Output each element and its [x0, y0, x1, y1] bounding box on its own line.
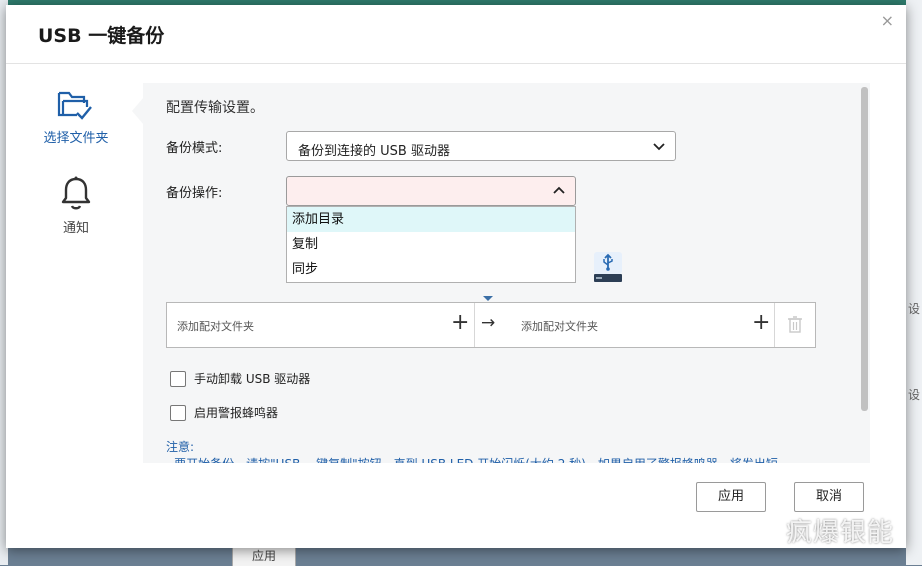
backup-operation-dropdown: 添加目录 复制 同步 [286, 206, 576, 283]
chevron-down-icon [653, 143, 665, 151]
unmount-usb-checkbox[interactable] [170, 370, 186, 387]
scrollbar[interactable] [861, 87, 868, 411]
pair-notch [483, 296, 493, 301]
usb-drive-icon [594, 252, 622, 282]
chevron-up-icon [553, 186, 565, 194]
background-right-label: 设 [907, 302, 920, 316]
destination-folder-field[interactable]: 添加配对文件夹 [521, 318, 598, 334]
sidebar-item-select-folder[interactable]: 选择文件夹 [6, 89, 146, 146]
sidebar-item-label: 通知 [62, 221, 89, 236]
arrow-right-icon: → [481, 313, 496, 333]
settings-panel: 配置传输设置。 备份模式: 备份到连接的 USB 驱动器 备份操作: 添加目录 … [143, 83, 870, 463]
dialog-header: USB 一键备份 × [6, 5, 906, 64]
note-title: 注意: [166, 440, 195, 454]
add-source-folder-icon[interactable]: + [451, 311, 469, 335]
dialog-title: USB 一键备份 [38, 25, 165, 47]
background-right-label: 设 [907, 388, 920, 402]
backup-mode-label: 备份模式: [166, 141, 223, 156]
note-text: - 要开始备份，请按"USB 一键复制"按钮，直到 USB LED 开始闪烁(大… [166, 455, 778, 463]
cancel-button[interactable]: 取消 [794, 482, 864, 512]
divider [774, 303, 775, 347]
sidebar-item-notification[interactable]: 通知 [6, 175, 146, 236]
background-apply-button[interactable]: 应用 [232, 546, 296, 566]
watermark: 疯爆银能 [786, 518, 895, 548]
usb-backup-dialog: USB 一键备份 × 选择文件夹 通知 配置传输设置。 备份模式: 备份到连接的… [6, 5, 906, 548]
add-destination-folder-icon[interactable]: + [752, 311, 770, 335]
dropdown-option-copy[interactable]: 复制 [287, 232, 575, 257]
backup-mode-value: 备份到连接的 USB 驱动器 [298, 144, 450, 159]
section-title: 配置传输设置。 [166, 100, 264, 116]
backup-operation-select[interactable] [286, 176, 576, 206]
bell-icon [61, 176, 91, 210]
dropdown-option-sync[interactable]: 同步 [287, 257, 575, 282]
divider [474, 303, 475, 347]
backup-operation-label: 备份操作: [166, 186, 223, 201]
unmount-usb-label: 手动卸载 USB 驱动器 [194, 372, 311, 386]
source-folder-field[interactable]: 添加配对文件夹 [177, 318, 254, 334]
alarm-buzzer-checkbox[interactable] [170, 404, 186, 421]
backup-mode-select[interactable]: 备份到连接的 USB 驱动器 [286, 131, 676, 161]
folder-check-icon [57, 91, 92, 120]
unmount-usb-checkbox-row[interactable]: 手动卸载 USB 驱动器 [170, 370, 310, 387]
trash-icon[interactable] [787, 315, 803, 333]
dropdown-option-add-directory[interactable]: 添加目录 [287, 207, 575, 232]
alarm-buzzer-checkbox-row[interactable]: 启用警报蜂鸣器 [170, 404, 278, 421]
sidebar-item-label: 选择文件夹 [43, 131, 109, 146]
apply-button[interactable]: 应用 [696, 482, 766, 512]
folder-pair-row: 添加配对文件夹 + → 添加配对文件夹 + [166, 302, 816, 348]
close-icon[interactable]: × [881, 11, 894, 30]
background-right-panel [906, 0, 922, 565]
alarm-buzzer-label: 启用警报蜂鸣器 [194, 406, 279, 420]
